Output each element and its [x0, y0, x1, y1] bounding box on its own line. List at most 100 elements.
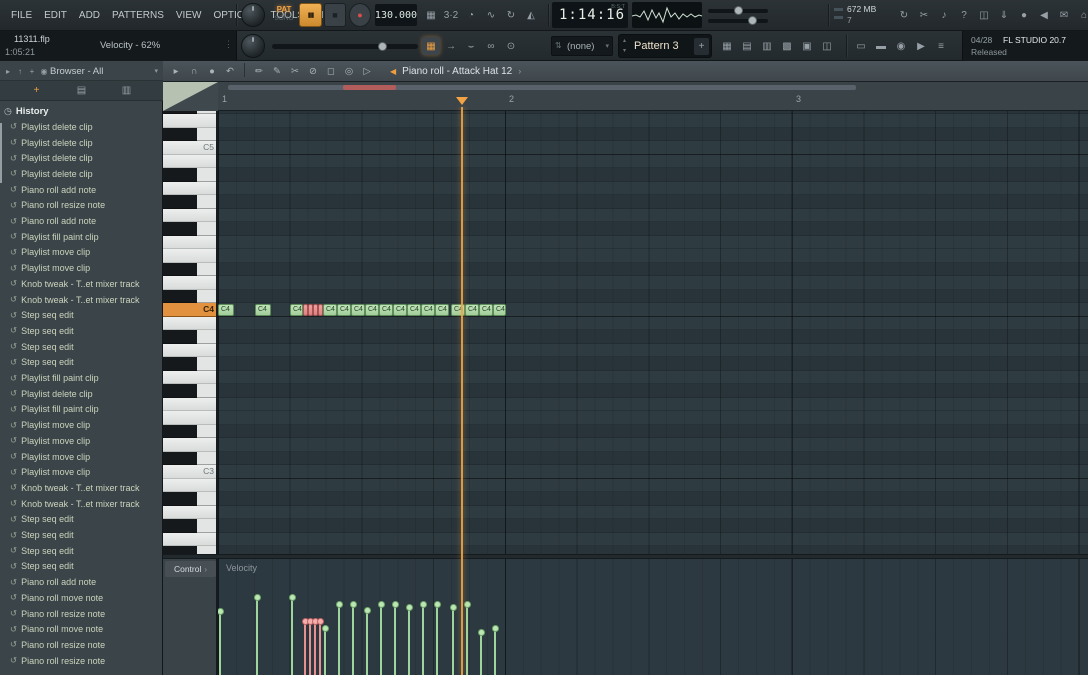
piano-roll-note[interactable]: C4 — [435, 304, 449, 316]
history-item[interactable]: ↺ Playlist delete clip — [0, 150, 163, 166]
piano-key-As4[interactable] — [163, 168, 216, 182]
piano-key-B4[interactable] — [163, 154, 216, 168]
snap-magnet-icon[interactable]: ∩ — [186, 63, 202, 79]
note-grid[interactable]: C4 C4 C4 C4 C4 C4 C4 C4 C4 C4 C4 C4 C4 C4 C4 C4 — [218, 111, 1088, 554]
piano-key-C5[interactable]: C5 — [163, 141, 216, 155]
piano-key-D5[interactable] — [163, 114, 216, 128]
zoom-tool-icon[interactable]: ◎ — [341, 63, 357, 79]
history-header[interactable]: ◷ History — [4, 104, 49, 118]
browser-window-icon[interactable]: ▣ — [798, 37, 816, 55]
velocity-stem[interactable] — [434, 601, 441, 675]
collapse-icon[interactable]: ▸ — [2, 62, 14, 80]
piano-roll-note[interactable]: C4 — [421, 304, 435, 316]
piano-roll-note[interactable]: C4 — [323, 304, 337, 316]
horizontal-scrollbar[interactable] — [228, 85, 856, 90]
history-item[interactable]: ↺ Piano roll add note — [0, 574, 163, 590]
shuffle-slider[interactable] — [272, 41, 418, 51]
history-item[interactable]: ↺ Knob tweak - T..et mixer track — [0, 276, 163, 292]
volume-slider-handle[interactable] — [734, 6, 743, 15]
stamp-icon[interactable]: ● — [204, 63, 220, 79]
piano-key-G4[interactable] — [163, 208, 216, 222]
piano-key-Gs4[interactable] — [163, 195, 216, 209]
control-selector[interactable]: Control › — [165, 561, 216, 577]
history-item[interactable]: ↺ Piano roll move note — [0, 621, 163, 637]
metronome-icon[interactable]: ◭ — [522, 6, 540, 24]
achievements-icon[interactable]: ⌂ — [1075, 6, 1088, 24]
history-item[interactable]: ↺ Step seq edit — [0, 323, 163, 339]
velocity-stem[interactable] — [218, 608, 224, 675]
history-item[interactable]: ↺ Playlist delete clip — [0, 166, 163, 182]
piano-key-C4[interactable]: C4 — [163, 303, 216, 317]
velocity-stem[interactable] — [317, 618, 324, 675]
midi-icon[interactable]: ♪ — [935, 6, 953, 24]
record-button[interactable]: ● — [349, 3, 371, 27]
playhead-marker[interactable] — [456, 97, 468, 105]
pattern-down-icon[interactable]: ▾ — [623, 47, 626, 54]
history-item[interactable]: ↺ Step seq edit — [0, 559, 163, 575]
history-item[interactable]: ↺ Playlist move clip — [0, 464, 163, 480]
history-item[interactable]: ↺ Playlist move clip — [0, 260, 163, 276]
piano-key-A4[interactable] — [163, 181, 216, 195]
feedback-icon[interactable]: ✉ — [1055, 6, 1073, 24]
velocity-stem[interactable] — [336, 601, 343, 675]
history-item[interactable]: ↺ Step seq edit — [0, 339, 163, 355]
note-slide-icon[interactable]: ⌣ — [462, 37, 480, 55]
add-pattern-button[interactable]: + — [694, 38, 709, 55]
piano-roll-note[interactable]: C4 — [337, 304, 351, 316]
step-edit-arrow-icon[interactable]: → — [442, 37, 460, 55]
piano-key-Fs3[interactable] — [163, 384, 216, 398]
piano-roll-note[interactable]: C4 — [255, 304, 271, 316]
history-item[interactable]: ↺ Playlist move clip — [0, 245, 163, 261]
typing-keyboard-icon[interactable]: ▦ — [422, 6, 440, 24]
velocity-stem[interactable] — [312, 618, 319, 675]
snapshot-icon[interactable]: ◉ — [38, 62, 50, 80]
oscilloscope[interactable] — [632, 2, 702, 28]
velocity-stem[interactable] — [307, 618, 314, 675]
menu-view[interactable]: VIEW — [170, 10, 208, 21]
playback-tool-icon[interactable]: ▷ — [359, 63, 375, 79]
loop-record-icon[interactable]: ↻ — [502, 6, 520, 24]
add-icon[interactable]: + — [26, 62, 38, 80]
history-item[interactable]: ↺ Knob tweak - T..et mixer track — [0, 496, 163, 512]
velocity-stem[interactable] — [420, 601, 427, 675]
undo-icon[interactable]: ↶ — [222, 63, 238, 79]
help-icon[interactable]: ? — [955, 6, 973, 24]
history-item[interactable]: ↺ Playlist move clip — [0, 417, 163, 433]
piano-key-B2[interactable] — [163, 478, 216, 492]
velocity-stem[interactable] — [464, 601, 471, 675]
draw-tool-icon[interactable]: ✏ — [251, 63, 267, 79]
velocity-stem[interactable] — [350, 601, 357, 675]
piano-roll-note[interactable]: C4 — [365, 304, 379, 316]
velocity-stem[interactable] — [302, 618, 309, 675]
touch-keyboard-icon[interactable]: ▭ — [852, 37, 870, 55]
velocity-stem[interactable] — [254, 594, 261, 675]
piano-key-Gs2[interactable] — [163, 519, 216, 533]
pitch-slider[interactable] — [708, 19, 768, 23]
pattern-up-icon[interactable]: ▴ — [623, 37, 626, 44]
delete-tool-icon[interactable]: ⊘ — [305, 63, 321, 79]
velocity-stem[interactable] — [378, 601, 385, 675]
wait-input-icon[interactable]: ◔ — [462, 6, 480, 24]
history-item[interactable]: ↺ Playlist move clip — [0, 433, 163, 449]
piano-key-As2[interactable] — [163, 492, 216, 506]
piano-key-G3[interactable] — [163, 370, 216, 384]
piano-key-A2[interactable] — [163, 505, 216, 519]
history-item[interactable]: ↺ Knob tweak - T..et mixer track — [0, 480, 163, 496]
slice-tool-icon[interactable]: ✂ — [287, 63, 303, 79]
history-item[interactable]: ↺ Playlist fill paint clip — [0, 370, 163, 386]
plugin-picker-icon[interactable]: ◫ — [818, 37, 836, 55]
stop-button[interactable]: ■ — [324, 3, 346, 27]
piano-roll-title-area[interactable]: ◀ Piano roll - Attack Hat 12 › — [390, 66, 521, 77]
select-tool-icon[interactable]: ◻ — [323, 63, 339, 79]
piano-roll-note[interactable]: C4 — [407, 304, 421, 316]
piano-key-Ds3[interactable] — [163, 424, 216, 438]
piano-key-Cs5[interactable] — [163, 127, 216, 141]
browser-scrollbar[interactable] — [0, 123, 2, 183]
tempo-display[interactable]: 130.000 — [375, 4, 417, 26]
piano-key-C3[interactable]: C3 — [163, 465, 216, 479]
main-pitch-knob[interactable] — [241, 34, 265, 58]
piano-key-Cs4[interactable] — [163, 289, 216, 303]
piano-key-Ds4[interactable] — [163, 262, 216, 276]
history-item[interactable]: ↺ Knob tweak - T..et mixer track — [0, 292, 163, 308]
menu-file[interactable]: FILE — [5, 10, 38, 21]
